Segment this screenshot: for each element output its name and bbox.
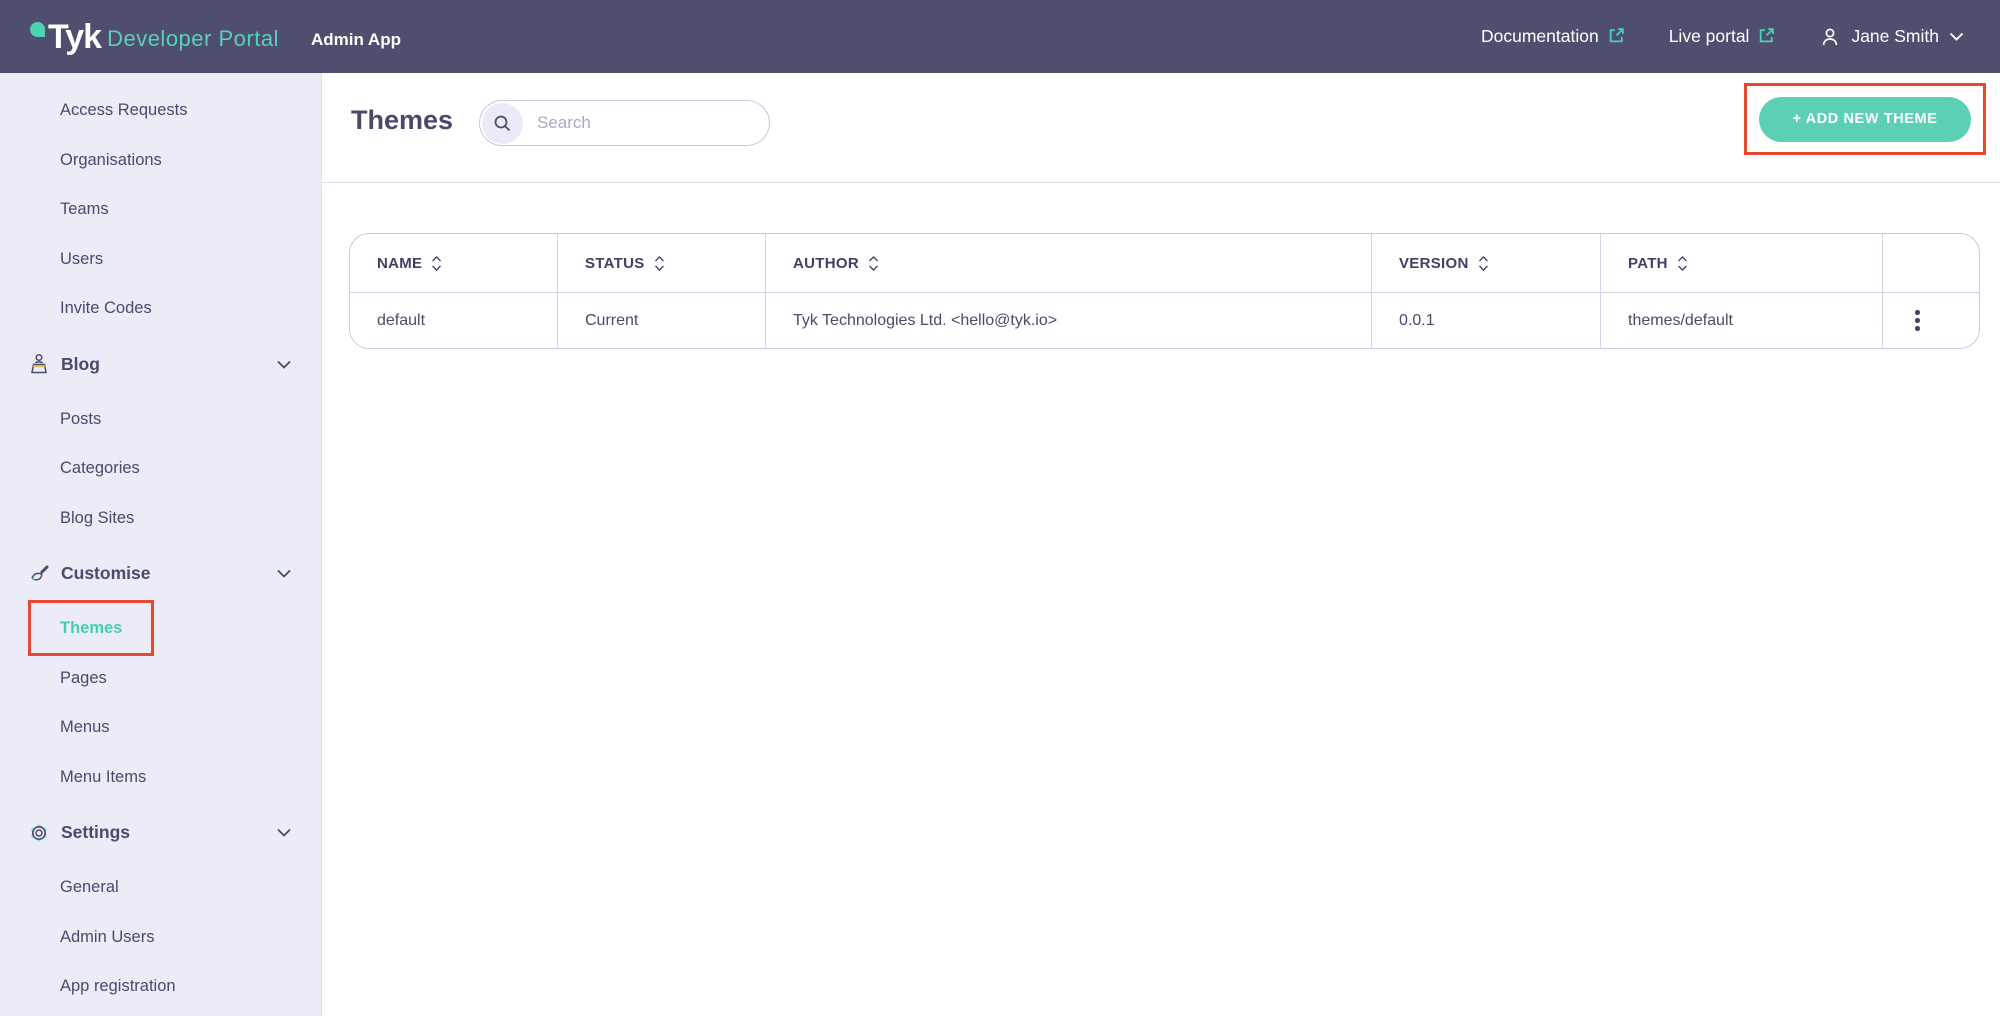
tyk-leaf-icon <box>30 22 45 37</box>
sidebar-item-label: Categories <box>60 459 140 478</box>
external-link-icon <box>1608 27 1625 44</box>
chevron-down-icon <box>277 360 291 369</box>
cell-path: themes/default <box>1601 292 1883 348</box>
column-header-actions <box>1883 234 1979 292</box>
annotation-box-add-theme: + ADD NEW THEME <box>1744 83 1986 155</box>
live-portal-link[interactable]: Live portal <box>1669 26 1776 47</box>
sort-icon[interactable] <box>868 256 879 271</box>
sidebar-section-customise[interactable]: Customise <box>0 543 321 604</box>
gear-icon <box>27 821 51 845</box>
logo-subtitle: Developer Portal <box>107 26 279 52</box>
chevron-down-icon <box>277 828 291 837</box>
cell-version: 0.0.1 <box>1372 292 1601 348</box>
sort-icon[interactable] <box>1478 256 1489 271</box>
external-link-icon <box>1758 27 1775 44</box>
sort-icon[interactable] <box>431 256 442 271</box>
sidebar-item-general[interactable]: General <box>0 863 321 913</box>
tyk-logo[interactable]: Tyk Developer Portal <box>30 20 279 54</box>
sidebar-item-blog-sites[interactable]: Blog Sites <box>0 494 321 544</box>
column-label: PATH <box>1628 255 1668 272</box>
sidebar-item-themes[interactable]: Themes <box>0 604 321 654</box>
table-row: default Current Tyk Technologies Ltd. <h… <box>350 292 1979 348</box>
column-header-status[interactable]: STATUS <box>558 234 766 292</box>
column-label: STATUS <box>585 255 645 272</box>
search-icon <box>493 114 512 133</box>
sidebar-item-teams[interactable]: Teams <box>0 185 321 235</box>
cell-status: Current <box>558 292 766 348</box>
sidebar-item-invite-codes[interactable]: Invite Codes <box>0 284 321 334</box>
sidebar-item-categories[interactable]: Categories <box>0 444 321 494</box>
paintbrush-icon <box>27 562 51 586</box>
app-label: Admin App <box>311 30 401 50</box>
sort-icon[interactable] <box>1677 256 1688 271</box>
cell-author: Tyk Technologies Ltd. <hello@tyk.io> <box>766 292 1372 348</box>
sidebar-item-label: Teams <box>60 200 109 219</box>
sidebar-item-label: Pages <box>60 669 107 688</box>
chevron-down-icon <box>1949 32 1964 41</box>
live-portal-label: Live portal <box>1669 26 1750 47</box>
add-new-theme-button[interactable]: + ADD NEW THEME <box>1759 97 1971 142</box>
documentation-link[interactable]: Documentation <box>1481 26 1625 47</box>
sidebar-item-label: General <box>60 878 119 897</box>
sidebar-item-menus[interactable]: Menus <box>0 703 321 753</box>
column-header-path[interactable]: PATH <box>1601 234 1883 292</box>
sidebar-item-organisations[interactable]: Organisations <box>0 136 321 186</box>
page-title: Themes <box>351 105 453 136</box>
column-header-name[interactable]: NAME <box>350 234 558 292</box>
cell-actions <box>1883 292 1979 348</box>
header-divider <box>322 182 2000 183</box>
row-actions-kebab-icon[interactable] <box>1883 310 1979 331</box>
top-nav: Documentation Live portal Jane Smith <box>1481 26 1964 48</box>
cell-name: default <box>350 292 558 348</box>
sidebar-item-label: Blog Sites <box>60 509 134 528</box>
sidebar-item-users[interactable]: Users <box>0 235 321 285</box>
lectern-icon <box>27 352 51 376</box>
column-header-author[interactable]: AUTHOR <box>766 234 1372 292</box>
sidebar-section-label: Customise <box>61 563 150 584</box>
column-label: AUTHOR <box>793 255 859 272</box>
sidebar-item-label: Admin Users <box>60 928 154 947</box>
sidebar-item-label: Posts <box>60 410 101 429</box>
chevron-down-icon <box>277 569 291 578</box>
sidebar-item-label: App registration <box>60 977 176 996</box>
sidebar: Access Requests Organisations Teams User… <box>0 73 322 1016</box>
search-input[interactable] <box>523 113 772 133</box>
sort-icon[interactable] <box>654 256 665 271</box>
sidebar-item-label: Organisations <box>60 151 162 170</box>
sidebar-section-blog[interactable]: Blog <box>0 334 321 395</box>
sidebar-section-settings[interactable]: Settings <box>0 802 321 863</box>
sidebar-item-label: Themes <box>60 619 122 638</box>
user-menu[interactable]: Jane Smith <box>1819 26 1964 48</box>
sidebar-item-admin-users[interactable]: Admin Users <box>0 913 321 963</box>
sidebar-item-access-requests[interactable]: Access Requests <box>0 86 321 136</box>
sidebar-item-label: Invite Codes <box>60 299 152 318</box>
sidebar-item-app-registration[interactable]: App registration <box>0 962 321 1012</box>
column-label: NAME <box>377 255 422 272</box>
sidebar-item-pages[interactable]: Pages <box>0 654 321 704</box>
sidebar-section-label: Blog <box>61 354 100 375</box>
column-header-version[interactable]: VERSION <box>1372 234 1601 292</box>
sidebar-item-menu-items[interactable]: Menu Items <box>0 753 321 803</box>
documentation-label: Documentation <box>1481 26 1599 47</box>
user-name: Jane Smith <box>1851 26 1939 47</box>
sidebar-section-label: Settings <box>61 822 130 843</box>
top-bar: Tyk Developer Portal Admin App Documenta… <box>0 0 2000 73</box>
main-content: Themes + ADD NEW THEME NAME STATUS <box>322 73 2000 1016</box>
column-label: VERSION <box>1399 255 1469 272</box>
sidebar-item-posts[interactable]: Posts <box>0 395 321 445</box>
logo-text: Tyk <box>48 20 101 54</box>
sidebar-item-label: Access Requests <box>60 101 187 120</box>
brand: Tyk Developer Portal Admin App <box>30 20 401 54</box>
table-header-row: NAME STATUS AUTHOR VERSION PATH <box>350 234 1979 292</box>
themes-table: NAME STATUS AUTHOR VERSION PATH <box>349 233 1980 349</box>
sidebar-item-label: Users <box>60 250 103 269</box>
sidebar-item-label: Menu Items <box>60 768 146 787</box>
user-icon <box>1819 26 1841 48</box>
sidebar-item-label: Menus <box>60 718 110 737</box>
search-box <box>479 100 770 146</box>
search-icon-circle <box>482 103 523 144</box>
